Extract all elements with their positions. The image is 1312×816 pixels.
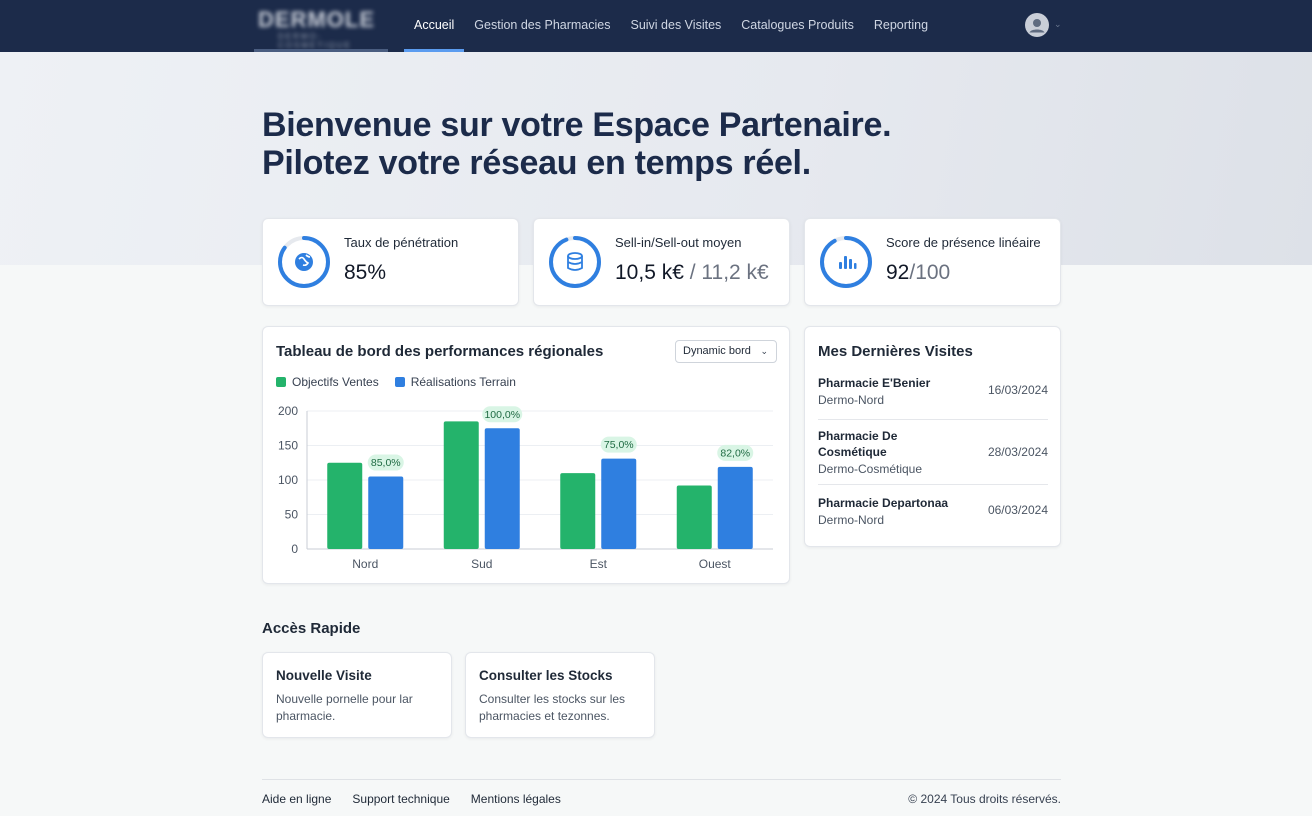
x-tick-label: Ouest <box>699 557 732 571</box>
visit-pharmacy-name: Pharmacie Departonaa <box>818 496 949 510</box>
quick-card-desc: Consulter les stocks sur les pharmacies … <box>479 692 626 723</box>
legend-swatch-blue <box>394 377 405 387</box>
quick-card-title: Nouvelle Visite <box>276 668 372 683</box>
user-avatar-icon <box>1025 13 1049 37</box>
chevron-down-icon: ⌄ <box>1054 19 1062 29</box>
visits-title: Mes Dernières Visites <box>818 343 973 360</box>
main-nav: Accueil Gestion des Pharmacies Suivi des… <box>404 0 938 52</box>
chart-title: Tableau de bord des performances régiona… <box>276 343 604 360</box>
copyright: © 2024 Tous droits réservés. <box>908 792 1061 806</box>
top-navbar: DERMOLE DERMO-COSMETIQUE Accueil Gestion… <box>0 0 1312 52</box>
nav-item-gestion-pharmacies[interactable]: Gestion des Pharmacies <box>464 0 620 52</box>
kpi-value: 92/100 <box>886 261 950 285</box>
logo-text: DERMOLE <box>258 7 375 32</box>
nav-item-reporting[interactable]: Reporting <box>864 0 938 52</box>
kpi-card-sell-in-out: Sell-in/Sell-out moyen 10,5 k€ / 11,2 k€ <box>533 218 790 306</box>
bar-objectifs[interactable] <box>327 462 363 549</box>
visit-date: 06/03/2024 <box>987 503 1048 517</box>
y-tick-label: 150 <box>278 439 298 453</box>
x-tick-label: Nord <box>352 557 378 571</box>
bar-objectifs[interactable] <box>443 421 479 549</box>
kpi-label: Taux de pénétration <box>344 235 459 250</box>
visit-pharmacy-name: Pharmacie De Cosmétique <box>818 429 898 459</box>
kpi-label: Score de présence linéaire <box>886 235 1041 250</box>
kpi-ring-1 <box>547 234 603 290</box>
user-menu[interactable]: ⌄ <box>1025 13 1065 39</box>
logo-subtext: DERMO-COSMETIQUE <box>278 32 352 50</box>
nav-item-accueil[interactable]: Accueil <box>404 0 465 52</box>
footer-link-support[interactable]: Support technique <box>352 792 449 806</box>
quick-card-nouvelle-visite[interactable]: Nouvelle Visite Nouvelle pornelle pour l… <box>262 652 452 738</box>
hero-line-1: Bienvenue sur votre Espace Partenaire. <box>262 106 892 144</box>
y-tick-label: 0 <box>291 542 298 556</box>
bar-objectifs[interactable] <box>676 485 712 549</box>
kpi-value: 85% <box>344 261 386 285</box>
kpi-ring-0 <box>276 234 332 290</box>
quick-card-consulter-stocks[interactable]: Consulter les Stocks Consulter les stock… <box>465 652 655 738</box>
bar-chart: 200 150 100 50 0 85,0% Nord 100,0% Sud 75,0% Est 82… <box>278 404 773 571</box>
data-label: 82,0% <box>720 447 750 459</box>
legend-item-realisations[interactable]: Réalisations Terrain <box>394 375 516 389</box>
database-icon <box>567 252 583 271</box>
y-tick-label: 200 <box>278 404 298 418</box>
bar-realisations[interactable] <box>368 476 404 549</box>
data-label: 85,0% <box>371 457 401 469</box>
quick-card-desc: Nouvelle pornelle pour lar pharmacie. <box>276 692 413 723</box>
brand-logo[interactable]: DERMOLE DERMO-COSMETIQUE <box>258 8 388 52</box>
dashboard-select-value: Dynamic bord <box>683 345 751 357</box>
nav-item-suivi-visites[interactable]: Suivi des Visites <box>620 0 731 52</box>
x-tick-label: Sud <box>471 557 492 571</box>
footer-links: Aide en ligne Support technique Mentions… <box>262 792 582 806</box>
chevron-down-icon: ⌄ <box>760 346 768 356</box>
visit-date: 28/03/2024 <box>987 445 1048 459</box>
legend-item-objectifs[interactable]: Objectifs Ventes <box>276 375 379 389</box>
legend-swatch-green <box>276 377 286 387</box>
divider <box>818 419 1048 420</box>
footer-link-mentions[interactable]: Mentions légales <box>471 792 561 806</box>
bar-realisations[interactable] <box>484 428 520 549</box>
x-tick-label: Est <box>590 557 608 571</box>
regional-performance-card: Tableau de bord des performances régiona… <box>262 326 790 584</box>
kpi-value-muted: / 11,2 k€ <box>683 261 769 284</box>
divider <box>818 484 1048 485</box>
kpi-card-presence-score: Score de présence linéaire 92/100 <box>804 218 1061 306</box>
hero-line-2: Pilotez votre réseau en temps réel. <box>262 144 811 182</box>
kpi-value-muted: /100 <box>909 261 951 284</box>
footer-divider <box>262 779 1061 780</box>
visit-item[interactable]: Pharmacie E'Benier Dermo-Nord 16/03/2024 <box>818 375 1048 409</box>
visit-item[interactable]: Pharmacie Departonaa Dermo-Nord 06/03/20… <box>818 495 1048 529</box>
dashboard-select[interactable]: Dynamic bord ⌄ <box>675 340 777 363</box>
visit-region: Dermo-Cosmétique <box>818 462 923 476</box>
hero-heading: Bienvenue sur votre Espace Partenaire. P… <box>262 106 892 182</box>
bar-objectifs[interactable] <box>560 473 596 549</box>
legend-label: Réalisations Terrain <box>410 375 516 389</box>
y-tick-label: 50 <box>285 508 299 522</box>
footer-link-aide[interactable]: Aide en ligne <box>262 792 331 806</box>
globe-icon <box>295 253 313 271</box>
chart-legend: Objectifs Ventes Réalisations Terrain <box>276 375 532 389</box>
visit-pharmacy-name: Pharmacie E'Benier <box>818 376 931 390</box>
bar-realisations[interactable] <box>717 466 753 549</box>
data-label: 100,0% <box>484 409 520 421</box>
bar-realisations[interactable] <box>601 458 637 549</box>
visit-item[interactable]: Pharmacie De Cosmétique Dermo-Cosmétique… <box>818 428 1048 478</box>
recent-visits-card: Mes Dernières Visites Pharmacie E'Benier… <box>804 326 1061 547</box>
kpi-value-main: 85% <box>344 261 387 284</box>
kpi-value-main: 92 <box>886 261 910 284</box>
visit-date: 16/03/2024 <box>987 383 1048 397</box>
kpi-ring-progress <box>549 236 601 288</box>
legend-label: Objectifs Ventes <box>292 375 379 389</box>
kpi-label: Sell-in/Sell-out moyen <box>615 235 742 250</box>
kpi-value: 10,5 k€ / 11,2 k€ <box>615 261 769 285</box>
kpi-value-main: 10,5 k€ <box>615 261 684 284</box>
bar-chart-icon <box>839 256 857 269</box>
quick-access-title: Accès Rapide <box>262 620 361 637</box>
data-label: 75,0% <box>604 439 634 451</box>
nav-item-catalogues-produits[interactable]: Catalogues Produits <box>731 0 864 52</box>
kpi-ring-2 <box>818 234 874 290</box>
kpi-card-penetration: Taux de pénétration 85% <box>262 218 519 306</box>
y-tick-label: 100 <box>278 473 298 487</box>
quick-card-title: Consulter les Stocks <box>479 668 613 683</box>
